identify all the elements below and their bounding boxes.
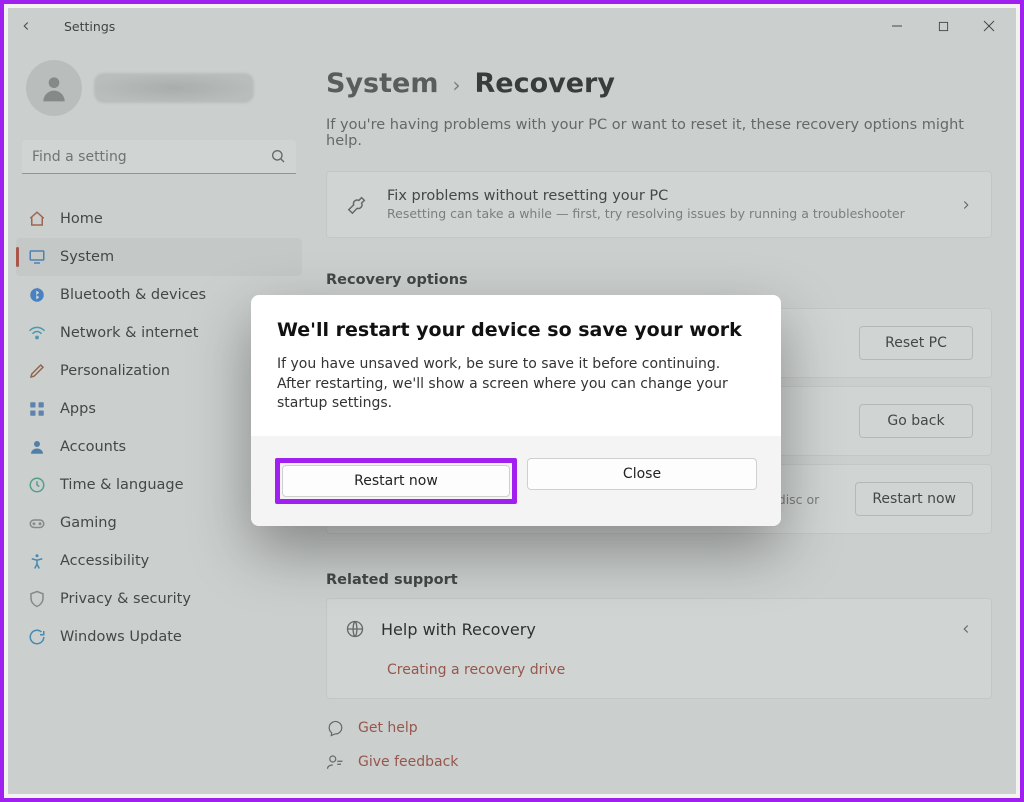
restart-dialog: We'll restart your device so save your w… — [251, 295, 781, 526]
dialog-restart-button[interactable]: Restart now — [282, 465, 510, 497]
highlight-annotation: Restart now — [275, 458, 517, 504]
dialog-body: If you have unsaved work, be sure to sav… — [277, 355, 755, 414]
dialog-close-button[interactable]: Close — [527, 458, 757, 490]
dialog-title: We'll restart your device so save your w… — [277, 319, 755, 341]
